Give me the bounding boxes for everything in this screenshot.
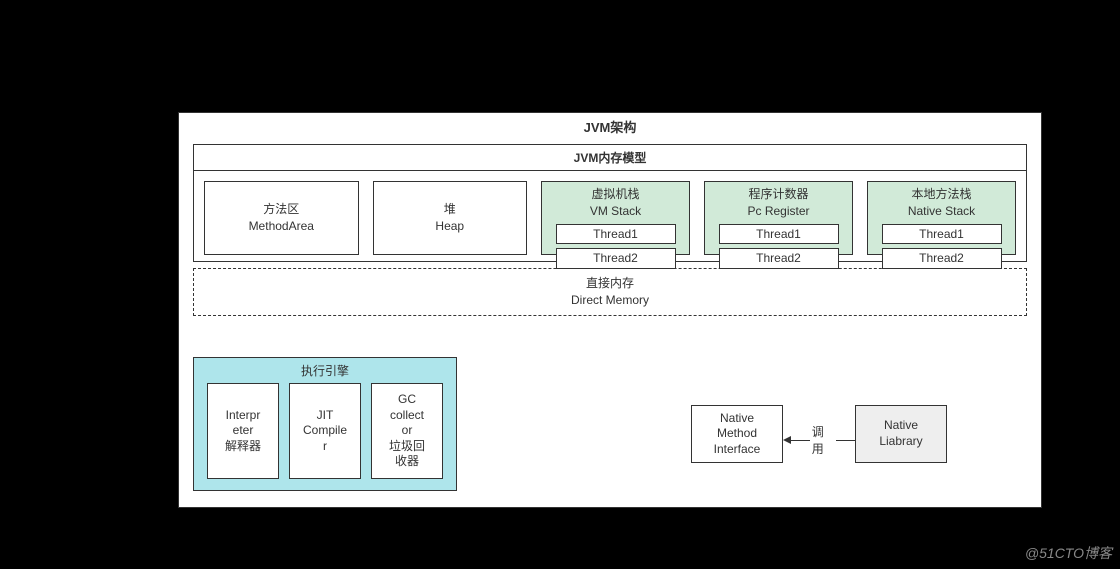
method-area-zh: 方法区 bbox=[263, 201, 299, 218]
jvm-architecture-container: JVM架构 JVM内存模型 方法区 MethodArea 堆 Heap 虚拟机栈… bbox=[178, 112, 1042, 508]
memory-model-container: JVM内存模型 方法区 MethodArea 堆 Heap 虚拟机栈 VM St… bbox=[193, 144, 1027, 262]
native-stack-thread2: Thread2 bbox=[882, 248, 1002, 269]
interpreter-l2: eter bbox=[233, 423, 254, 439]
jit-l2: Compile bbox=[303, 423, 347, 439]
vm-stack-zh: 虚拟机栈 bbox=[591, 186, 639, 203]
vm-stack-thread2: Thread2 bbox=[556, 248, 676, 269]
call-label: 调用 bbox=[810, 423, 837, 457]
vm-stack-box: 虚拟机栈 VM Stack Thread1 Thread2 bbox=[541, 181, 690, 255]
native-stack-thread1: Thread1 bbox=[882, 224, 1002, 245]
nmi-l3: Interface bbox=[714, 442, 761, 458]
method-area-en: MethodArea bbox=[249, 218, 314, 235]
jvm-title: JVM架构 bbox=[179, 113, 1041, 140]
gc-collector-box: GC collect or 垃圾回 收器 bbox=[371, 383, 443, 479]
direct-memory-zh: 直接内存 bbox=[194, 275, 1026, 292]
call-arrow: 调用 bbox=[783, 423, 855, 457]
interpreter-l1: Interpr bbox=[226, 408, 261, 424]
heap-box: 堆 Heap bbox=[373, 181, 528, 255]
jit-l3: r bbox=[323, 439, 327, 455]
vm-stack-en: VM Stack bbox=[590, 203, 641, 220]
native-library-box: Native Liabrary bbox=[855, 405, 947, 463]
arrow-line-left bbox=[791, 440, 810, 441]
native-stack-zh: 本地方法栈 bbox=[911, 186, 971, 203]
gc-l5: 收器 bbox=[395, 454, 419, 470]
arrow-left-icon bbox=[783, 436, 791, 444]
pc-register-box: 程序计数器 Pc Register Thread1 Thread2 bbox=[704, 181, 853, 255]
memory-row: 方法区 MethodArea 堆 Heap 虚拟机栈 VM Stack Thre… bbox=[194, 171, 1026, 259]
direct-memory-box: 直接内存 Direct Memory bbox=[193, 268, 1027, 316]
pc-register-thread1: Thread1 bbox=[719, 224, 839, 245]
gc-l1: GC bbox=[398, 392, 416, 408]
pc-register-zh: 程序计数器 bbox=[748, 186, 808, 203]
lib-l2: Liabrary bbox=[879, 434, 922, 450]
heap-en: Heap bbox=[435, 218, 464, 235]
interpreter-l3: 解释器 bbox=[225, 439, 261, 455]
lib-l1: Native bbox=[879, 418, 922, 434]
watermark: @51CTO博客 bbox=[1025, 543, 1112, 563]
native-method-interface-box: Native Method Interface bbox=[691, 405, 783, 463]
engine-row: Interpr eter 解释器 JIT Compile r GC collec… bbox=[194, 383, 456, 479]
native-stack-box: 本地方法栈 Native Stack Thread1 Thread2 bbox=[867, 181, 1016, 255]
gc-l3: or bbox=[402, 423, 413, 439]
jit-l1: JIT bbox=[317, 408, 334, 424]
heap-zh: 堆 bbox=[444, 201, 456, 218]
arrow-line-right bbox=[836, 440, 855, 441]
vm-stack-thread1: Thread1 bbox=[556, 224, 676, 245]
nmi-l1: Native bbox=[714, 411, 761, 427]
pc-register-thread2: Thread2 bbox=[719, 248, 839, 269]
gc-l4: 垃圾回 bbox=[389, 439, 425, 455]
pc-register-en: Pc Register bbox=[747, 203, 809, 220]
memory-model-title: JVM内存模型 bbox=[194, 145, 1026, 171]
direct-memory-en: Direct Memory bbox=[194, 292, 1026, 309]
gc-l2: collect bbox=[390, 408, 424, 424]
jit-compiler-box: JIT Compile r bbox=[289, 383, 361, 479]
interpreter-box: Interpr eter 解释器 bbox=[207, 383, 279, 479]
execution-engine-box: 执行引擎 Interpr eter 解释器 JIT Compile r GC c… bbox=[193, 357, 457, 491]
native-stack-en: Native Stack bbox=[908, 203, 975, 220]
nmi-l2: Method bbox=[714, 426, 761, 442]
execution-engine-title: 执行引擎 bbox=[194, 358, 456, 383]
method-area-box: 方法区 MethodArea bbox=[204, 181, 359, 255]
